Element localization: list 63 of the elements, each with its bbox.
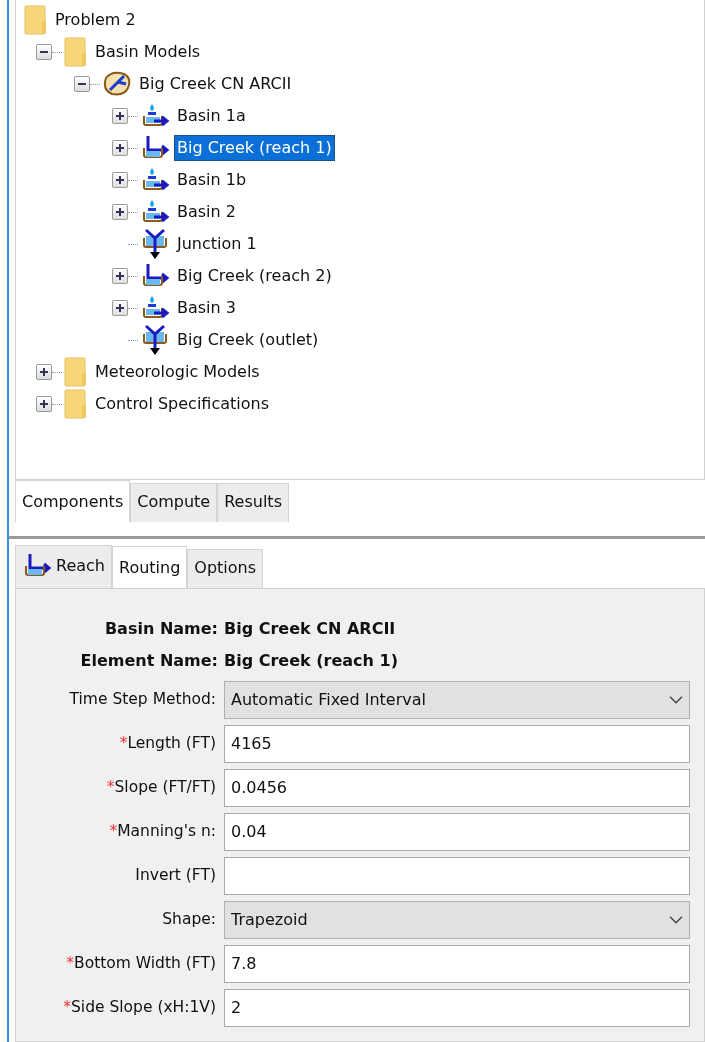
folder-icon	[64, 357, 88, 387]
field-label: Basin Name:	[103, 618, 219, 640]
required-asterisk: *	[66, 954, 75, 973]
required-asterisk: *	[63, 998, 71, 1017]
input-field[interactable]: 2	[224, 989, 690, 1027]
junction-icon	[140, 228, 170, 260]
input-field[interactable]: 0.0456	[224, 769, 690, 807]
chevron-down-icon	[669, 696, 683, 704]
tree-item[interactable]: Junction 1	[174, 231, 260, 257]
required-asterisk: *	[119, 734, 128, 753]
folder-icon	[64, 389, 88, 419]
tab[interactable]: Reach	[15, 545, 112, 588]
tree-item[interactable]: Control Specifications	[92, 391, 272, 417]
expand-icon[interactable]	[112, 140, 128, 156]
label-text: Slope (FT/FT)	[114, 778, 216, 797]
input-field[interactable]	[224, 857, 690, 895]
tree-item[interactable]: Problem 2	[52, 7, 139, 33]
tree-item[interactable]: Basin 3	[174, 295, 239, 321]
expand-icon[interactable]	[36, 364, 52, 380]
expand-icon[interactable]	[112, 108, 128, 124]
tree-item[interactable]: Big Creek (reach 1)	[174, 135, 335, 161]
field-value: Big Creek CN ARCII	[224, 618, 396, 640]
required-asterisk: *	[109, 822, 118, 841]
input-field[interactable]: 4165	[224, 725, 690, 763]
tab[interactable]: Routing	[112, 546, 188, 588]
dropdown[interactable]: Automatic Fixed Interval	[224, 681, 690, 719]
expand-icon[interactable]	[36, 396, 52, 412]
input-field[interactable]: 7.8	[224, 945, 690, 983]
label-text: Length (FT)	[127, 734, 216, 753]
tab[interactable]: Options	[187, 549, 264, 588]
label-text: Side Slope (xH:1V)	[71, 998, 216, 1017]
collapse-icon[interactable]	[36, 44, 52, 60]
tree-item[interactable]: Basin 2	[174, 199, 239, 225]
tab[interactable]: Compute	[130, 483, 218, 522]
field-label: Invert (FT)	[134, 865, 217, 887]
field-label: Element Name:	[79, 650, 219, 672]
tree-item[interactable]: Big Creek (reach 2)	[174, 263, 335, 289]
label-text: Bottom Width (FT)	[74, 954, 216, 973]
tree-item[interactable]: Big Creek CN ARCII	[136, 71, 295, 97]
field-label: Time Step Method:	[68, 689, 217, 711]
collapse-icon[interactable]	[74, 76, 90, 92]
expand-icon[interactable]	[112, 204, 128, 220]
tab[interactable]: Components	[15, 480, 131, 522]
tree-item[interactable]: Meteorologic Models	[92, 359, 263, 385]
label-text: Manning's n:	[117, 822, 216, 841]
tree-item[interactable]: Basin 1a	[174, 103, 249, 129]
basin-model-icon	[102, 70, 132, 98]
field-value: Big Creek (reach 1)	[224, 650, 398, 672]
required-asterisk: *	[106, 778, 115, 797]
tab[interactable]: Results	[217, 483, 289, 522]
dropdown[interactable]: Trapezoid	[224, 901, 690, 939]
expand-icon[interactable]	[112, 172, 128, 188]
tree-item[interactable]: Basin 1b	[174, 167, 250, 193]
field-label: Shape:	[161, 909, 217, 931]
tree-item[interactable]: Basin Models	[92, 39, 204, 65]
folder-icon	[24, 5, 48, 35]
expand-icon[interactable]	[112, 300, 128, 316]
folder-icon	[64, 37, 88, 67]
input-field[interactable]: 0.04	[224, 813, 690, 851]
tree-item[interactable]: Big Creek (outlet)	[174, 327, 322, 353]
junction-icon	[140, 324, 170, 356]
chevron-down-icon	[669, 916, 683, 924]
expand-icon[interactable]	[112, 268, 128, 284]
